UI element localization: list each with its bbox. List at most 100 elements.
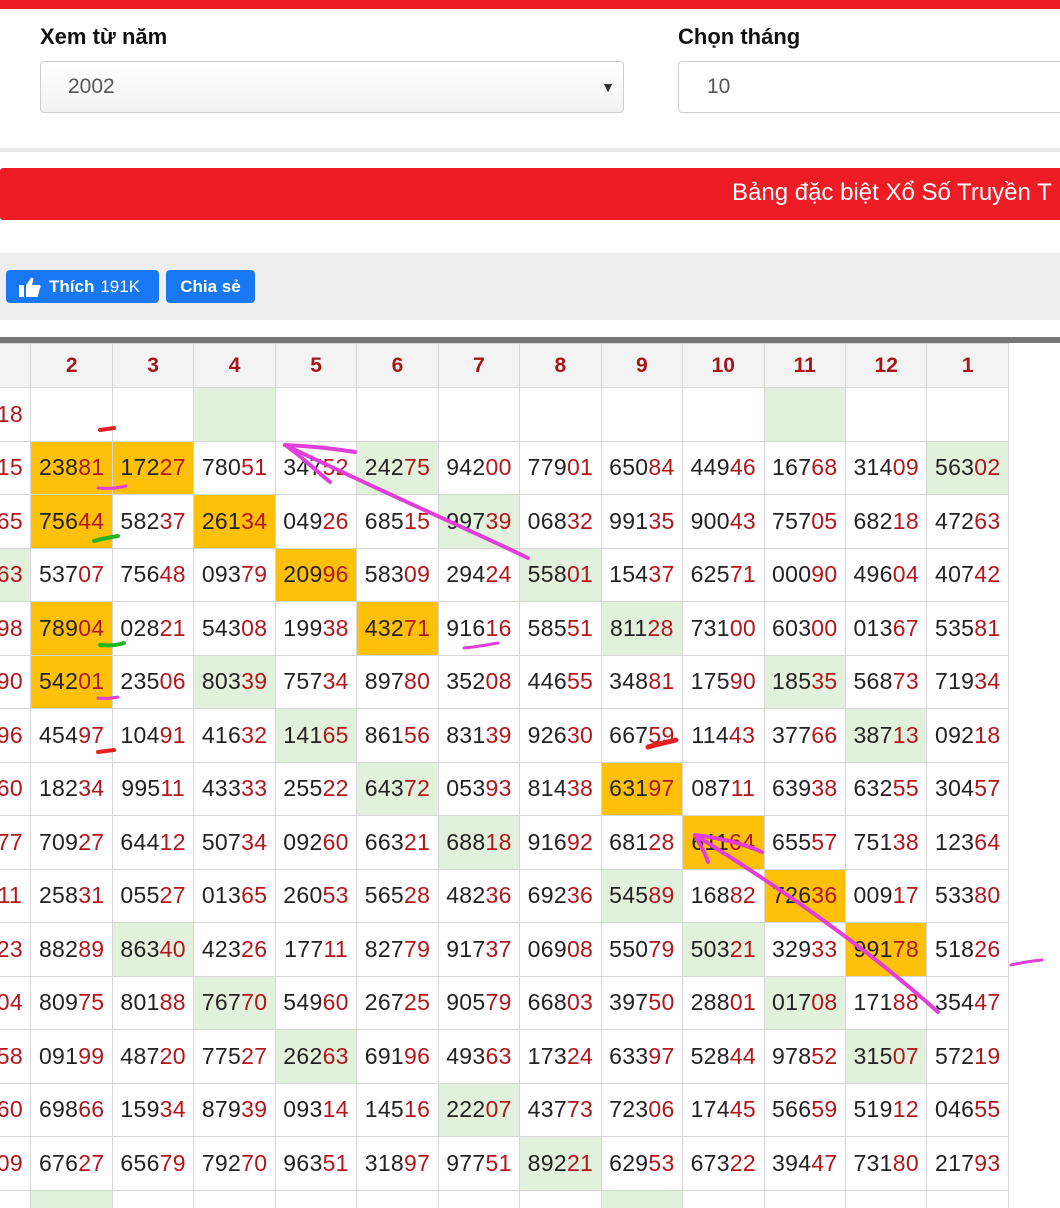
number-tail: 07 — [78, 561, 105, 588]
result-cell: 09379 — [193, 547, 276, 602]
number-tail: 97 — [404, 1149, 431, 1176]
number-head: 673 — [690, 1149, 730, 1176]
year-label: Xem từ năm — [40, 24, 168, 49]
result-cell: 72636 — [763, 868, 846, 923]
result-cell: 54589 — [600, 868, 684, 923]
number-tail: 12 — [892, 1096, 919, 1123]
number-tail: 08 — [241, 614, 268, 641]
like-button[interactable]: Thích 191K — [6, 270, 159, 303]
number-tail: 65 — [0, 507, 23, 534]
number-tail: 04 — [0, 989, 23, 1016]
number-tail: 60 — [322, 989, 349, 1016]
number-tail: 96 — [322, 561, 349, 588]
column-header: 8 — [519, 343, 602, 388]
number-head: 545 — [609, 882, 649, 909]
number-head: 572 — [934, 1042, 975, 1069]
number-tail: 84 — [648, 454, 675, 481]
number-head: 681 — [609, 828, 649, 855]
number-tail: 43 — [729, 507, 757, 534]
result-cell: 34752 — [274, 440, 358, 495]
result-cell: 52852 — [30, 1189, 113, 1208]
result-cell: 01365 — [193, 868, 276, 923]
result-cell: 80975 — [30, 975, 113, 1030]
number-tail: 51 — [241, 454, 268, 481]
result-cell: 17324 — [519, 1029, 602, 1084]
column-header: 3 — [111, 343, 195, 388]
number-tail: 44 — [729, 1042, 757, 1069]
number-tail: 36 — [811, 882, 838, 909]
result-cell: 68128 — [600, 815, 684, 870]
number-head: 668 — [527, 989, 567, 1016]
result-cell: 63397 — [600, 1029, 684, 1084]
number-tail: 04 — [78, 614, 105, 641]
number-tail: 13 — [0, 1203, 23, 1208]
result-cell: 24275 — [356, 440, 439, 495]
number-tail: 73 — [892, 668, 919, 695]
number-head: 092 — [283, 828, 323, 855]
year-select[interactable]: 2002 ▼ — [40, 61, 624, 113]
result-cell: 39447 — [763, 1136, 846, 1191]
number-head: 582 — [120, 507, 160, 534]
number-tail: 82 — [729, 882, 757, 909]
number-tail: 36 — [485, 882, 512, 909]
number-head: 058 — [365, 1203, 404, 1208]
table-title-banner: Bảng đặc biệt Xổ Số Truyền T — [0, 168, 1060, 220]
result-cell: 50734 — [193, 815, 276, 870]
result-cell: 65084 — [600, 440, 684, 495]
number-tail: 96 — [648, 1203, 674, 1208]
result-cell: 48720 — [111, 1029, 195, 1084]
number-head: 487 — [120, 1042, 160, 1069]
number-tail: 66 — [811, 721, 838, 748]
result-cell: 41632 — [193, 708, 276, 763]
result-cell: 28801 — [682, 975, 765, 1030]
number-head: 260 — [283, 882, 323, 909]
result-cell: 99135 — [600, 494, 684, 549]
number-head: 100 — [853, 1203, 892, 1208]
number-tail: 80 — [892, 1149, 919, 1176]
result-cell: 44946 — [682, 440, 765, 495]
result-cell: 54308 — [193, 601, 276, 656]
number-head: 995 — [121, 775, 161, 802]
number-head: 035 — [528, 1203, 567, 1208]
result-cell: 55801 — [519, 547, 602, 602]
number-head: 537 — [38, 561, 79, 588]
number-head: 667 — [609, 721, 649, 748]
result-cell: 62571 — [682, 547, 765, 602]
month-select[interactable]: 10 — [678, 61, 1060, 113]
share-button[interactable]: Chia sẻ — [166, 270, 255, 303]
number-head: 055 — [120, 882, 160, 909]
number-head: 644 — [120, 828, 160, 855]
number-head: 991 — [609, 507, 649, 534]
number-tail: 70 — [323, 1203, 349, 1208]
number-head: 496 — [853, 561, 893, 588]
result-cell: 15934 — [111, 1082, 195, 1137]
number-head: 049 — [283, 507, 323, 534]
result-cell: 35447 — [926, 975, 1009, 1030]
number-head: 692 — [527, 882, 567, 909]
result-cell — [763, 387, 846, 442]
number-tail: 75 — [404, 454, 431, 481]
month-select-value: 10 — [707, 75, 731, 98]
result-cell: 66321 — [356, 815, 439, 870]
number-tail: 79 — [241, 561, 268, 588]
result-cell: 30458 — [0, 1029, 32, 1084]
number-head: 433 — [609, 1203, 648, 1208]
number-tail: 08 — [811, 989, 838, 1016]
result-cell — [844, 387, 928, 442]
result-cell: 57219 — [926, 1029, 1009, 1084]
result-cell: 20996 — [274, 547, 358, 602]
number-tail: 24 — [485, 561, 512, 588]
result-cell — [111, 387, 195, 442]
number-tail: 17 — [892, 882, 919, 909]
result-cell: 14516 — [356, 1082, 439, 1137]
result-cell: 69236 — [519, 868, 602, 923]
number-tail: 37 — [485, 935, 512, 962]
column-header: 7 — [437, 343, 521, 388]
number-head: 942 — [446, 454, 486, 481]
result-cell: 70332 — [682, 1189, 765, 1208]
number-head: 028 — [120, 614, 160, 641]
number-head: 387 — [853, 721, 893, 748]
number-tail: 72 — [404, 775, 431, 802]
result-cell: 49604 — [844, 547, 928, 602]
number-head: 780 — [201, 454, 242, 481]
